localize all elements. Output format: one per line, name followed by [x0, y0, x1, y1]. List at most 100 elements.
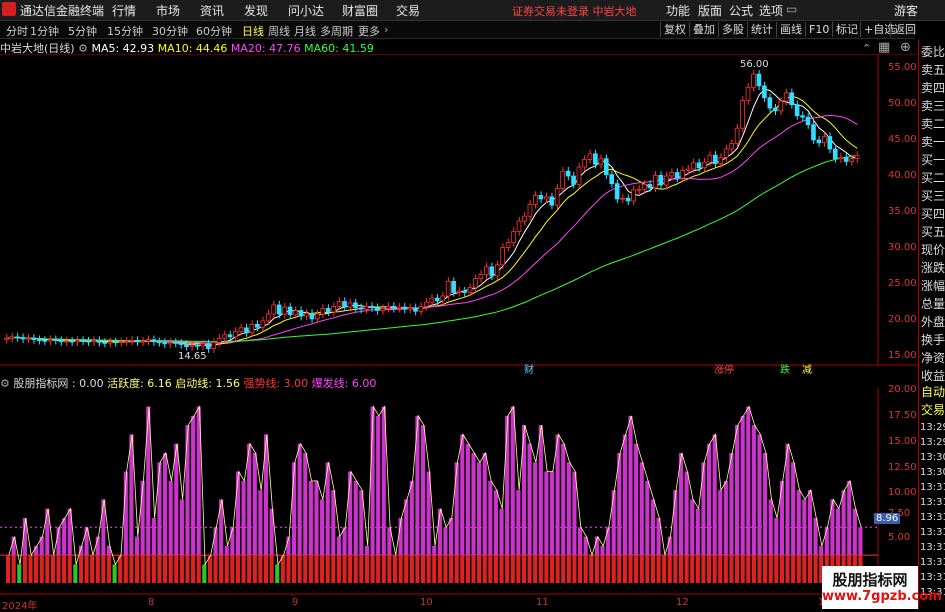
tab-30min[interactable]: 30分钟	[152, 23, 188, 39]
side-label-15[interactable]: 外盘	[921, 316, 945, 328]
event-finance[interactable]: 财	[524, 361, 534, 376]
btn-overlay[interactable]: 叠加	[689, 22, 718, 37]
event-fall[interactable]: 跌	[780, 361, 790, 376]
event-limitup[interactable]: 涨停	[714, 361, 734, 376]
tab-multi[interactable]: 多周期	[320, 23, 353, 39]
base-bar	[235, 555, 241, 583]
tab-15min[interactable]: 15分钟	[107, 23, 143, 39]
side-lower-0[interactable]: 自动	[921, 386, 945, 398]
login-notice[interactable]: 证券交易未登录 中岩大地	[512, 3, 637, 19]
tab-daily[interactable]: 日线	[242, 23, 264, 39]
activity-bar	[639, 462, 644, 556]
tab-60min[interactable]: 60分钟	[196, 23, 232, 39]
candle-body	[385, 305, 391, 309]
candle-body	[456, 290, 462, 293]
candle-body	[64, 340, 69, 343]
menu-function[interactable]: 功能	[666, 2, 690, 19]
menu-wealth[interactable]: 财富圈	[342, 2, 378, 19]
side-label-6[interactable]: 买一	[921, 154, 945, 166]
candle-body	[336, 301, 342, 307]
side-label-16[interactable]: 换手	[921, 334, 945, 346]
side-label-7[interactable]: 买二	[921, 172, 945, 184]
menu-formula[interactable]: 公式	[729, 2, 753, 19]
candle-body	[276, 304, 282, 315]
menu-news[interactable]: 资讯	[200, 2, 224, 19]
base-bar	[740, 555, 745, 583]
price-chart[interactable]	[0, 54, 918, 366]
base-bar	[583, 555, 588, 583]
activity-bar	[572, 471, 577, 556]
menu-trade[interactable]: 交易	[396, 2, 420, 19]
event-reduce[interactable]: 减	[802, 361, 812, 376]
side-label-2[interactable]: 卖四	[921, 82, 945, 94]
menu-ask[interactable]: 问小达	[288, 2, 324, 19]
ind-tick: 20.00	[888, 384, 917, 395]
side-label-5[interactable]: 卖一	[921, 136, 945, 148]
side-lower-1[interactable]: 交易	[921, 404, 945, 416]
side-label-1[interactable]: 卖五	[921, 64, 945, 76]
grid-icon[interactable]: ▦	[878, 40, 890, 55]
base-bar	[314, 555, 319, 583]
candle-body	[533, 195, 538, 205]
activity-bar	[376, 415, 381, 556]
minimize-icon[interactable]: ▭	[786, 2, 797, 16]
side-label-10[interactable]: 买五	[921, 226, 945, 238]
btn-mark[interactable]: 标记	[832, 22, 861, 37]
side-label-9[interactable]: 买四	[921, 208, 945, 220]
btn-multistock[interactable]: 多股	[718, 22, 747, 37]
side-label-18[interactable]: 收益	[921, 370, 945, 382]
ma10-line	[6, 95, 858, 346]
btn-stats[interactable]: 统计	[747, 22, 776, 37]
base-bar	[219, 555, 224, 583]
btn-adjust[interactable]: 复权	[660, 22, 689, 37]
menu-market[interactable]: 市场	[156, 2, 180, 19]
activity-bar	[499, 508, 504, 556]
side-label-3[interactable]: 卖三	[921, 100, 945, 112]
candle-body	[625, 197, 631, 202]
side-label-8[interactable]: 买三	[921, 190, 945, 202]
btn-draw[interactable]: 画线	[776, 22, 805, 37]
menu-quotes[interactable]: 行情	[112, 2, 136, 19]
menu-discover[interactable]: 发现	[244, 2, 268, 19]
base-bar	[499, 555, 504, 583]
base-bar	[415, 555, 420, 583]
tab-weekly[interactable]: 周线	[268, 23, 290, 39]
indicator-current-value: 8.96	[874, 513, 901, 524]
candle-body	[838, 156, 844, 160]
side-label-13[interactable]: 涨幅	[921, 280, 945, 292]
candle-body	[440, 295, 446, 302]
side-label-12[interactable]: 涨跌	[921, 262, 945, 274]
activity-bar	[751, 425, 756, 556]
btn-back[interactable]: 返回	[890, 22, 919, 37]
indicator-chart[interactable]	[0, 388, 918, 595]
side-label-17[interactable]: 净资	[921, 352, 945, 364]
candle-body	[631, 189, 636, 202]
base-bar	[78, 555, 84, 583]
base-bar	[796, 555, 801, 583]
candle-body	[69, 340, 75, 343]
tab-monthly[interactable]: 月线	[294, 23, 316, 39]
tab-5min[interactable]: 5分钟	[68, 23, 97, 39]
candle-body	[227, 334, 233, 338]
chevron-right-icon[interactable]: ›	[384, 23, 388, 36]
tab-more[interactable]: 更多	[358, 23, 380, 39]
activity-bar	[830, 499, 835, 556]
base-bar	[409, 555, 414, 583]
side-label-0[interactable]: 委比	[921, 46, 945, 58]
tab-timeshare[interactable]: 分时	[6, 23, 28, 39]
base-bar	[611, 555, 616, 583]
candle-body	[685, 168, 691, 171]
side-label-4[interactable]: 卖二	[921, 118, 945, 130]
candle-body	[593, 153, 598, 165]
candle-body	[320, 308, 326, 315]
base-bar	[426, 555, 431, 583]
side-label-14[interactable]: 总量	[921, 298, 945, 310]
guest-label[interactable]: 游客	[894, 2, 918, 19]
zoom-icon[interactable]: ⊕	[900, 40, 911, 55]
btn-f10[interactable]: F10	[805, 22, 832, 37]
menu-layout[interactable]: 版面	[698, 2, 722, 19]
tab-1min[interactable]: 1分钟	[30, 23, 59, 39]
menu-options[interactable]: 选项	[759, 2, 783, 19]
side-label-11[interactable]: 现价	[921, 244, 945, 256]
candle-body	[778, 100, 784, 112]
